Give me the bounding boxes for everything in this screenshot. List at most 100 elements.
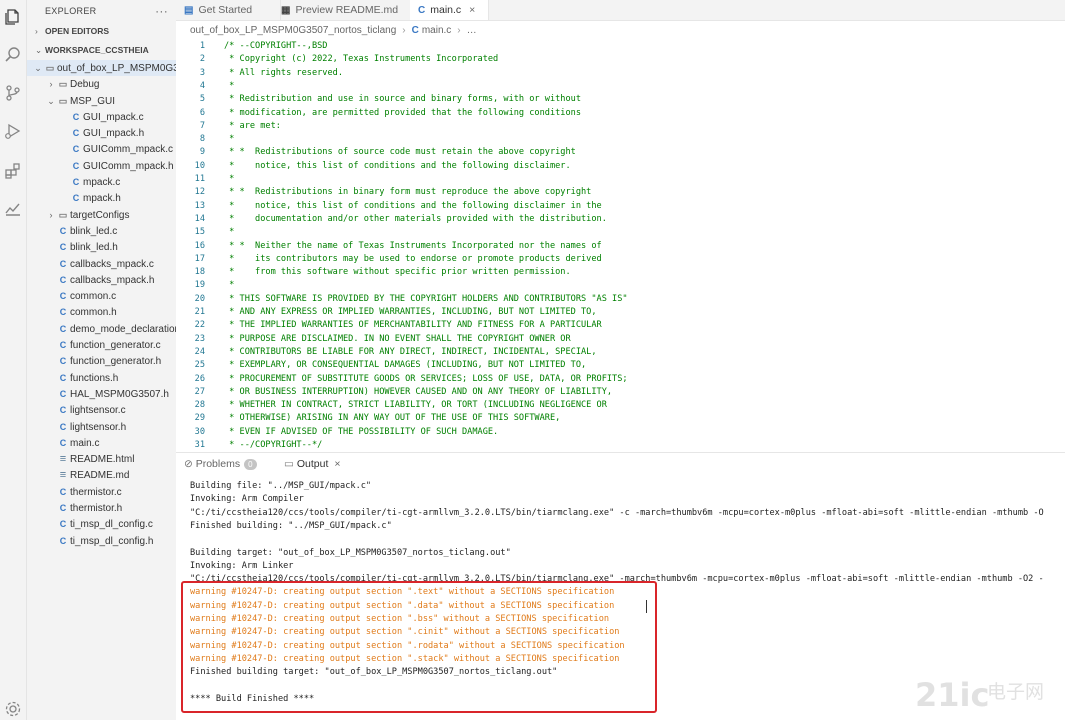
- tree-item[interactable]: › ▭ targetConfigs: [27, 207, 176, 223]
- c-file-icon: C: [72, 111, 80, 122]
- tree-item-label: ti_msp_dl_config.c: [70, 519, 153, 531]
- line-number: 5: [199, 94, 205, 105]
- tab-problems[interactable]: ⊘ Problems 0: [184, 453, 257, 475]
- tree-item[interactable]: Clightsensor.h: [27, 419, 176, 435]
- breadcrumb-folder[interactable]: out_of_box_LP_MSPM0G3507_nortos_ticlang: [190, 25, 396, 36]
- code-line: 4 *: [176, 80, 235, 93]
- line-number: 20: [194, 293, 205, 304]
- code-line: 30 * EVEN IF ADVISED OF THE POSSIBILITY …: [176, 426, 499, 439]
- tree-item[interactable]: C GUIComm_mpack.h: [27, 158, 176, 174]
- code-text: * are met:: [224, 120, 281, 131]
- open-editors-section[interactable]: › OPEN EDITORS: [27, 22, 176, 41]
- output-line: Building target: "out_of_box_LP_MSPM0G35…: [190, 547, 511, 558]
- line-number: 7: [199, 120, 205, 131]
- c-file-icon: C: [418, 5, 426, 16]
- run-debug-icon[interactable]: [4, 122, 22, 140]
- line-number: 3: [199, 67, 205, 78]
- tree-item[interactable]: ⌄ ▭ MSP_GUI: [27, 93, 176, 109]
- line-number: 10: [194, 160, 205, 171]
- code-line: 9 * * Redistributions of source code mus…: [176, 146, 576, 159]
- code-text: * Copyright (c) 2022, Texas Instruments …: [224, 54, 499, 65]
- c-file-icon: C: [59, 519, 67, 530]
- close-icon[interactable]: ×: [334, 458, 340, 470]
- tree-item[interactable]: Cmain.c: [27, 435, 176, 451]
- c-file-icon: C: [72, 144, 80, 155]
- tree-item[interactable]: C GUI_mpack.h: [27, 125, 176, 141]
- tree-item[interactable]: Cfunction_generator.c: [27, 337, 176, 353]
- breadcrumb-ellipsis[interactable]: …: [467, 25, 477, 36]
- explorer-header: EXPLORER ···: [27, 0, 176, 22]
- code-text: * notice, this list of conditions and th…: [224, 160, 571, 171]
- chevron-down-icon[interactable]: ⌄: [46, 93, 56, 109]
- code-line: 27 * OR BUSINESS INTERRUPTION) HOWEVER C…: [176, 386, 612, 399]
- tab-output[interactable]: ▭ Output ×: [284, 453, 341, 475]
- tree-item[interactable]: Cfunctions.h: [27, 370, 176, 386]
- code-line: 6 * modification, are permitted provided…: [176, 107, 581, 120]
- document-file-icon: ≡: [59, 453, 67, 466]
- search-icon[interactable]: [4, 46, 22, 64]
- tree-item[interactable]: Cdemo_mode_declaration.h: [27, 321, 176, 337]
- line-number: 11: [194, 174, 205, 184]
- watermark-logo: 21ic 电子网: [915, 676, 1044, 714]
- tree-item[interactable]: Ccommon.c: [27, 288, 176, 304]
- tree-item[interactable]: ⌄▭out_of_box_LP_MSPM0G3507_nortos_ticlan…: [27, 60, 176, 77]
- code-line: 18 * from this software without specific…: [176, 266, 571, 279]
- code-line: 3 * All rights reserved.: [176, 67, 343, 80]
- code-text: * PURPOSE ARE DISCLAIMED. IN NO EVENT SH…: [224, 333, 571, 344]
- code-text: * OR BUSINESS INTERRUPTION) HOWEVER CAUS…: [224, 386, 613, 397]
- analytics-icon[interactable]: [4, 200, 22, 218]
- tree-item[interactable]: ≡ README.md: [27, 467, 176, 483]
- code-line: 29 * OTHERWISE) ARISING IN ANY WAY OUT O…: [176, 412, 561, 425]
- tree-item[interactable]: Cblink_led.h: [27, 239, 176, 255]
- code-line: 16 * * Neither the name of Texas Instrum…: [176, 240, 602, 253]
- tree-item[interactable]: Clightsensor.c: [27, 402, 176, 418]
- tree-item[interactable]: Cmpack.h: [27, 190, 176, 206]
- tree-item-label: HAL_MSPM0G3507.h: [70, 388, 169, 400]
- tree-item[interactable]: Cthermistor.c: [27, 484, 176, 500]
- code-editor[interactable]: 1 /* --COPYRIGHT--,BSD 2 * Copyright (c) 2…: [176, 40, 1065, 450]
- tree-item[interactable]: ≡ README.html: [27, 451, 176, 467]
- tree-item[interactable]: › ▭ Debug: [27, 76, 176, 92]
- tab-main-c[interactable]: Cmain.c ×: [410, 0, 489, 20]
- tree-item-label: main.c: [70, 437, 100, 449]
- chevron-right-icon[interactable]: ›: [46, 76, 56, 92]
- workspace-section[interactable]: ⌄ WORKSPACE_CCSTHEIA: [27, 41, 176, 60]
- tab-preview-readme[interactable]: ▦ Preview README.md: [273, 0, 418, 20]
- chevron-down-icon[interactable]: ⌄: [33, 60, 43, 76]
- tree-item[interactable]: C GUI_mpack.c: [27, 109, 176, 125]
- code-line: 11 *: [176, 173, 235, 186]
- tree-item[interactable]: Ccommon.h: [27, 304, 176, 320]
- settings-gear-icon[interactable]: [4, 700, 22, 718]
- breadcrumb-file[interactable]: main.c: [422, 25, 451, 36]
- tree-item[interactable]: Cti_msp_dl_config.h: [27, 533, 176, 549]
- tree-item[interactable]: Cmpack.c: [27, 174, 176, 190]
- highlight-annotation-box: [181, 581, 657, 713]
- c-file-icon: C: [59, 437, 67, 448]
- chevron-right-icon[interactable]: ›: [46, 207, 56, 223]
- line-number: 28: [194, 400, 205, 411]
- tree-item[interactable]: C HAL_MSPM0G3507.h: [27, 386, 176, 402]
- c-file-icon: C: [59, 225, 67, 236]
- tree-item-label: thermistor.h: [70, 503, 123, 515]
- output-line: Finished building: "../MSP_GUI/mpack.c": [190, 520, 392, 531]
- tree-item-label: lightsensor.c: [70, 405, 126, 417]
- extensions-icon[interactable]: [4, 162, 22, 180]
- line-number: 31: [194, 440, 205, 450]
- tree-item-label: function_generator.h: [70, 356, 162, 368]
- tree-item[interactable]: C GUIComm_mpack.c: [27, 141, 176, 157]
- close-icon[interactable]: ×: [469, 4, 475, 16]
- tree-item[interactable]: Cblink_led.c: [27, 223, 176, 239]
- code-text: * THE IMPLIED WARRANTIES OF MERCHANTABIL…: [224, 320, 602, 331]
- more-actions-icon[interactable]: ···: [155, 0, 168, 22]
- tree-item[interactable]: Cfunction_generator.h: [27, 353, 176, 369]
- explorer-icon[interactable]: [4, 8, 22, 26]
- tab-get-started[interactable]: ▤ Get Started: [176, 0, 281, 20]
- tree-item[interactable]: Ccallbacks_mpack.h: [27, 272, 176, 288]
- tree-item[interactable]: Cthermistor.h: [27, 500, 176, 516]
- tree-item[interactable]: Ccallbacks_mpack.c: [27, 256, 176, 272]
- code-line: 20 * THIS SOFTWARE IS PROVIDED BY THE CO…: [176, 293, 628, 306]
- source-control-icon[interactable]: [4, 84, 22, 102]
- tree-item-label: thermistor.c: [70, 486, 122, 498]
- tree-item[interactable]: Cti_msp_dl_config.c: [27, 516, 176, 532]
